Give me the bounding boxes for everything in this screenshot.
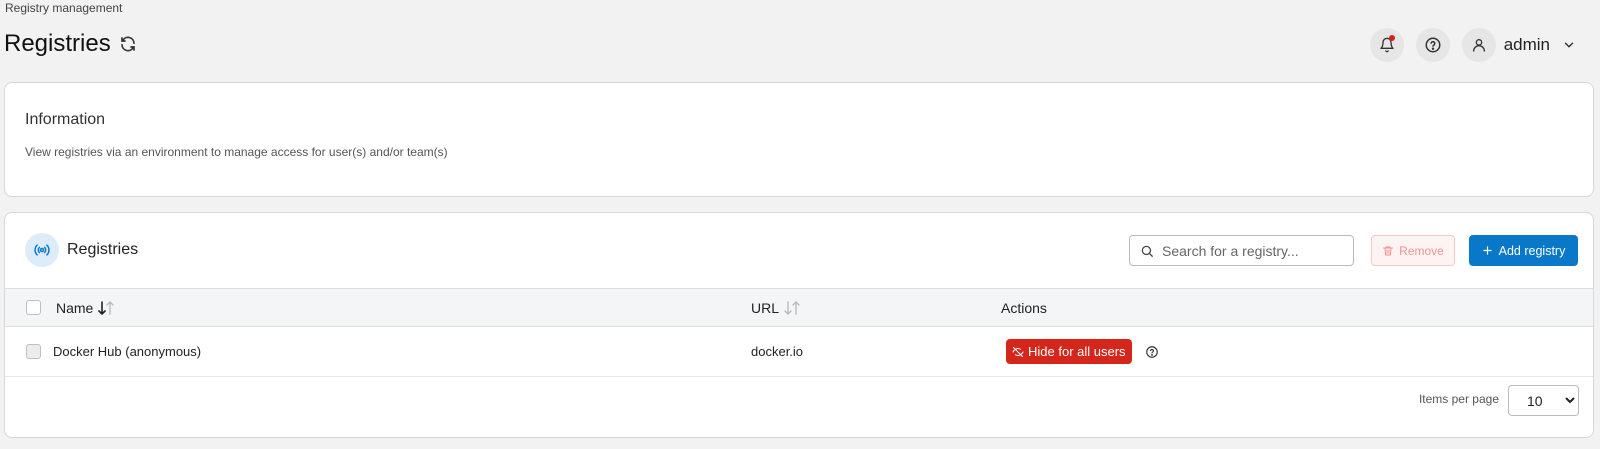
column-header-name[interactable]: Name bbox=[56, 300, 115, 316]
registries-panel: Registries Remove Add re bbox=[4, 212, 1594, 438]
registry-name: Docker Hub (anonymous) bbox=[53, 344, 202, 359]
information-panel: Information View registries via an envir… bbox=[4, 82, 1594, 197]
plus-icon bbox=[1482, 245, 1493, 256]
user-avatar[interactable] bbox=[1461, 28, 1496, 62]
row-checkbox[interactable] bbox=[26, 344, 41, 359]
refresh-icon[interactable] bbox=[119, 35, 137, 53]
registry-url: docker.io bbox=[751, 344, 804, 359]
user-name[interactable]: admin bbox=[1504, 35, 1550, 55]
info-text: View registries via an environment to ma… bbox=[25, 145, 448, 159]
trash-icon bbox=[1382, 245, 1394, 257]
column-name-label: Name bbox=[56, 300, 94, 316]
page-title: Registries bbox=[4, 30, 111, 57]
remove-button[interactable]: Remove bbox=[1371, 235, 1455, 266]
header-toolbar: admin bbox=[1358, 28, 1576, 62]
remove-button-label: Remove bbox=[1399, 243, 1444, 258]
column-header-actions: Actions bbox=[1001, 300, 1047, 316]
table-header: Name URL Actions bbox=[5, 288, 1593, 327]
sort-icon[interactable] bbox=[784, 301, 800, 315]
notification-dot bbox=[1388, 35, 1395, 41]
breadcrumb: Registry management bbox=[5, 1, 123, 15]
registries-title: Registries bbox=[67, 241, 139, 258]
notifications-button[interactable] bbox=[1369, 28, 1404, 62]
eye-off-icon bbox=[1012, 346, 1024, 358]
add-registry-button[interactable]: Add registry bbox=[1469, 235, 1578, 266]
user-icon bbox=[1471, 37, 1487, 53]
chevron-down-icon[interactable] bbox=[1562, 38, 1576, 52]
help-icon bbox=[1424, 36, 1442, 54]
items-per-page-select[interactable]: 102550100 bbox=[1508, 385, 1579, 416]
search-box[interactable] bbox=[1129, 235, 1354, 266]
table-row: Docker Hub (anonymous) docker.io Hide fo… bbox=[5, 327, 1593, 377]
search-input[interactable] bbox=[1162, 242, 1342, 259]
table-footer: Items per page 102550100 bbox=[5, 377, 1593, 437]
column-header-url[interactable]: URL bbox=[751, 300, 800, 316]
help-icon[interactable] bbox=[1145, 345, 1159, 359]
select-all-checkbox[interactable] bbox=[26, 300, 41, 315]
hide-for-all-users-label: Hide for all users bbox=[1028, 344, 1126, 359]
hide-for-all-users-button[interactable]: Hide for all users bbox=[1006, 339, 1132, 364]
help-button[interactable] bbox=[1415, 28, 1450, 62]
items-per-page-label: Items per page bbox=[1418, 392, 1499, 406]
registries-panel-header: Registries Remove Add re bbox=[5, 213, 1593, 288]
search-icon bbox=[1140, 244, 1154, 258]
add-registry-label: Add registry bbox=[1498, 243, 1566, 258]
sort-desc-icon[interactable] bbox=[98, 301, 115, 315]
broadcast-icon bbox=[25, 233, 59, 267]
column-url-label: URL bbox=[751, 300, 780, 316]
info-title: Information bbox=[25, 111, 106, 128]
page-header: Registries bbox=[4, 30, 137, 58]
